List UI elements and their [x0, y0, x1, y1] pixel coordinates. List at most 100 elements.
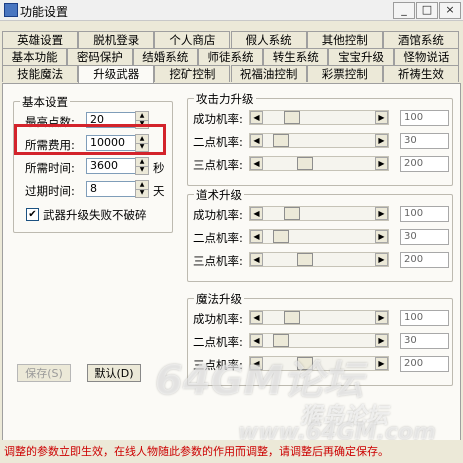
- scroll-left-icon[interactable]: ◀: [250, 157, 263, 170]
- tab-2-4[interactable]: 彩票控制: [306, 65, 383, 82]
- tab-0-3[interactable]: 假人系统: [230, 31, 307, 48]
- slider-thumb[interactable]: [272, 334, 289, 347]
- cost-label: 所需费用:: [25, 138, 75, 152]
- attack-three-value[interactable]: 200: [400, 156, 449, 172]
- max-points-spinner[interactable]: ▲ ▼: [135, 111, 149, 129]
- slider-thumb[interactable]: [284, 207, 301, 220]
- default-button[interactable]: 默认(D): [87, 364, 141, 382]
- tab-2-0[interactable]: 技能魔法: [2, 65, 79, 82]
- spin-down-icon[interactable]: ▼: [136, 143, 148, 151]
- title-bar: 功能设置 _ □ ×: [0, 0, 463, 21]
- expire-spinner[interactable]: ▲ ▼: [135, 180, 149, 198]
- scroll-right-icon[interactable]: ▶: [375, 311, 388, 324]
- tab-1-4[interactable]: 转生系统: [263, 48, 329, 65]
- slider-thumb[interactable]: [296, 253, 313, 266]
- scroll-right-icon[interactable]: ▶: [375, 111, 388, 124]
- tao-success-slider[interactable]: ◀ ▶: [249, 206, 389, 221]
- scroll-right-icon[interactable]: ▶: [375, 207, 388, 220]
- cost-spinner[interactable]: ▲ ▼: [135, 134, 149, 152]
- tab-2-1[interactable]: 升级武器: [78, 65, 155, 83]
- tab-1-0[interactable]: 基本功能: [2, 48, 68, 65]
- scroll-right-icon[interactable]: ▶: [375, 134, 388, 147]
- tab-1-6[interactable]: 怪物说话: [393, 48, 459, 65]
- max-points-label: 最高点数:: [25, 115, 75, 129]
- scroll-right-icon[interactable]: ▶: [375, 230, 388, 243]
- magic-two-value[interactable]: 30: [400, 333, 449, 349]
- attack-two-slider[interactable]: ◀ ▶: [249, 133, 389, 148]
- attack-success-slider[interactable]: ◀ ▶: [249, 110, 389, 125]
- scroll-right-icon[interactable]: ▶: [375, 253, 388, 266]
- magic-three-value[interactable]: 200: [400, 356, 449, 372]
- tao-three-value[interactable]: 200: [400, 252, 449, 268]
- tab-0-5[interactable]: 酒馆系统: [382, 31, 459, 48]
- tab-1-1[interactable]: 密码保护: [67, 48, 133, 65]
- scroll-left-icon[interactable]: ◀: [250, 230, 263, 243]
- status-text: 调整的参数立即生效，在线人物随此参数的作用而调整，请调整后再确定保存。: [4, 445, 389, 458]
- slider-thumb[interactable]: [296, 157, 313, 170]
- cost-input[interactable]: 10000: [86, 135, 139, 151]
- time-input[interactable]: 3600: [86, 158, 139, 174]
- tao-two-value[interactable]: 30: [400, 229, 449, 245]
- tab-0-0[interactable]: 英雄设置: [2, 31, 79, 48]
- tab-1-3[interactable]: 师徒系统: [197, 48, 264, 65]
- scroll-left-icon[interactable]: ◀: [250, 134, 263, 147]
- tab-2-5[interactable]: 祈祷生效: [382, 65, 459, 82]
- scroll-left-icon[interactable]: ◀: [250, 311, 263, 324]
- tab-0-1[interactable]: 脱机登录: [78, 31, 155, 48]
- scroll-left-icon[interactable]: ◀: [250, 111, 263, 124]
- app-icon: [4, 3, 18, 17]
- tao-three-label: 三点机率:: [193, 254, 243, 268]
- basic-settings-legend: 基本设置: [20, 94, 70, 110]
- scroll-left-icon[interactable]: ◀: [250, 334, 263, 347]
- tao-success-label: 成功机率:: [193, 208, 243, 222]
- slider-thumb[interactable]: [284, 311, 301, 324]
- close-button[interactable]: ×: [439, 2, 461, 19]
- tao-two-label: 二点机率:: [193, 231, 243, 245]
- tab-2-3[interactable]: 祝福油控制: [230, 65, 307, 82]
- minimize-button[interactable]: _: [393, 2, 415, 19]
- attack-two-value[interactable]: 30: [400, 133, 449, 149]
- tao-two-slider[interactable]: ◀ ▶: [249, 229, 389, 244]
- slider-thumb[interactable]: [272, 134, 289, 147]
- scroll-right-icon[interactable]: ▶: [375, 334, 388, 347]
- attack-three-label: 三点机率:: [193, 158, 243, 172]
- time-spinner[interactable]: ▲ ▼: [135, 157, 149, 175]
- tab-row: 基本功能 密码保护 结婚系统 师徒系统 转生系统 宝宝升级 怪物说话: [0, 48, 463, 65]
- time-label: 所需时间:: [25, 161, 75, 175]
- magic-success-label: 成功机率:: [193, 312, 243, 326]
- slider-thumb[interactable]: [284, 111, 301, 124]
- attack-upgrade-legend: 攻击力升级: [194, 91, 256, 107]
- slider-thumb[interactable]: [272, 230, 289, 243]
- expire-unit: 天: [153, 184, 165, 198]
- time-unit: 秒: [153, 161, 165, 175]
- scroll-right-icon[interactable]: ▶: [375, 157, 388, 170]
- no-break-label: 武器升级失败不破碎: [43, 208, 147, 222]
- max-points-input[interactable]: 20: [86, 112, 139, 128]
- spin-down-icon[interactable]: ▼: [136, 189, 148, 197]
- scroll-right-icon[interactable]: ▶: [375, 357, 388, 370]
- tab-1-2[interactable]: 结婚系统: [132, 48, 198, 65]
- spin-down-icon[interactable]: ▼: [136, 166, 148, 174]
- attack-three-slider[interactable]: ◀ ▶: [249, 156, 389, 171]
- status-bar: 调整的参数立即生效，在线人物随此参数的作用而调整，请调整后再确定保存。: [0, 440, 463, 463]
- tao-upgrade-legend: 道术升级: [194, 187, 244, 203]
- spin-down-icon[interactable]: ▼: [136, 120, 148, 128]
- tab-1-5[interactable]: 宝宝升级: [328, 48, 394, 65]
- expire-input[interactable]: 8: [86, 181, 139, 197]
- tab-0-2[interactable]: 个人商店: [154, 31, 231, 48]
- tab-0-4[interactable]: 其他控制: [306, 31, 383, 48]
- tab-2-2[interactable]: 挖矿控制: [154, 65, 231, 82]
- tao-three-slider[interactable]: ◀ ▶: [249, 252, 389, 267]
- window-title: 功能设置: [20, 5, 69, 19]
- tao-success-value[interactable]: 100: [400, 206, 449, 222]
- no-break-checkbox[interactable]: ✔: [26, 208, 39, 221]
- save-button[interactable]: 保存(S): [17, 364, 71, 382]
- scroll-left-icon[interactable]: ◀: [250, 207, 263, 220]
- tab-row: 技能魔法 升级武器 挖矿控制 祝福油控制 彩票控制 祈祷生效: [0, 65, 463, 83]
- maximize-button[interactable]: □: [416, 2, 438, 19]
- magic-success-value[interactable]: 100: [400, 310, 449, 326]
- attack-success-value[interactable]: 100: [400, 110, 449, 126]
- scroll-left-icon[interactable]: ◀: [250, 253, 263, 266]
- magic-two-slider[interactable]: ◀ ▶: [249, 333, 389, 348]
- magic-success-slider[interactable]: ◀ ▶: [249, 310, 389, 325]
